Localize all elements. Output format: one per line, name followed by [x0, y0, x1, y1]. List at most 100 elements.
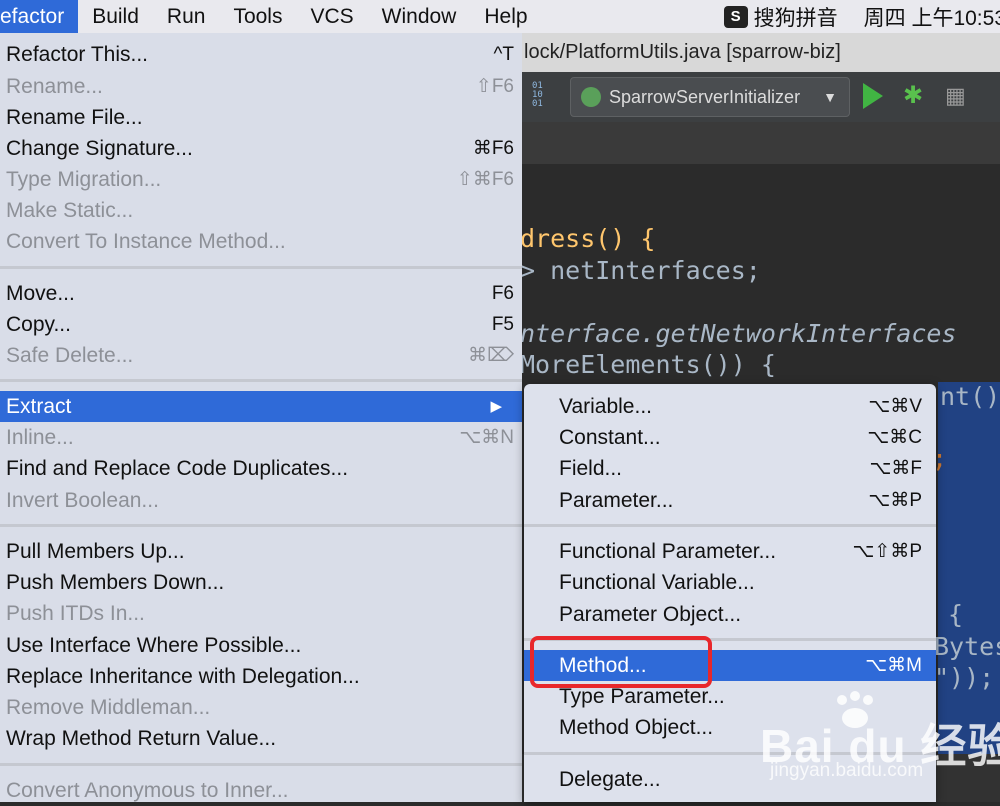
menu-build[interactable]: Build: [78, 0, 153, 33]
menu-item-copy[interactable]: Copy... F5: [0, 309, 522, 340]
menu-item-rename: Rename... ⇧F6: [0, 71, 522, 102]
menu-item-shortcut: F6: [491, 283, 514, 304]
window-title-bar: lock/PlatformUtils.java [sparrow-biz]: [520, 33, 1000, 72]
menu-item-shortcut: ⌥⌘F: [869, 458, 922, 479]
menu-item-label: Invert Boolean...: [6, 489, 159, 512]
menu-item-label: Rename...: [6, 75, 103, 98]
status-area: S 搜狗拼音 周四 上午10:53: [723, 0, 1000, 33]
menu-item-find-replace-duplicates[interactable]: Find and Replace Code Duplicates...: [0, 453, 522, 484]
menu-item-change-signature[interactable]: Change Signature... ⌘F6: [0, 133, 522, 164]
ide-toolbar: 01 10 01 SparrowServerInitializer ▼ ✱ ▦: [520, 72, 1000, 122]
menu-item-label: Push ITDs In...: [6, 602, 145, 625]
submenu-item-constant[interactable]: Constant... ⌥⌘C: [524, 422, 936, 453]
sogou-ime-icon[interactable]: S: [723, 5, 748, 28]
menu-item-label: Make Static...: [6, 199, 134, 222]
run-config-label: SparrowServerInitializer: [609, 87, 801, 107]
binary-icon[interactable]: 01 10 01: [532, 82, 554, 112]
editor-tab-strip: [520, 122, 1000, 164]
spring-gear-icon: [581, 87, 601, 107]
menu-item-push-members-down[interactable]: Push Members Down...: [0, 567, 522, 598]
menu-item-wrap-method-return[interactable]: Wrap Method Return Value...: [0, 723, 522, 754]
menu-item-label: Find and Replace Code Duplicates...: [6, 457, 349, 480]
menu-item-make-static: Make Static...: [0, 195, 522, 226]
submenu-item-functional-parameter[interactable]: Functional Parameter... ⌥⇧⌘P: [524, 536, 936, 567]
coverage-icon[interactable]: ▦: [945, 84, 967, 108]
submenu-arrow-icon: ▶: [490, 398, 502, 415]
menu-item-label: Wrap Method Return Value...: [6, 727, 277, 750]
run-configuration-dropdown[interactable]: SparrowServerInitializer ▼: [570, 77, 850, 117]
menu-separator: [0, 379, 522, 382]
menu-item-label: Extract: [6, 395, 72, 418]
menu-tools[interactable]: Tools: [219, 0, 296, 33]
menu-item-label: Inline...: [6, 426, 74, 449]
menu-item-label: Functional Parameter...: [559, 540, 777, 563]
menu-item-extract[interactable]: Extract ▶: [0, 391, 522, 422]
menu-window[interactable]: Window: [368, 0, 471, 33]
menu-item-shortcut: ⌥⌘N: [459, 427, 514, 448]
menu-item-shortcut: ⌘F6: [472, 138, 514, 159]
menu-separator: [0, 524, 522, 527]
menu-item-label: Safe Delete...: [6, 344, 134, 367]
menu-item-rename-file[interactable]: Rename File...: [0, 102, 522, 133]
menu-item-label: Copy...: [6, 313, 71, 336]
menu-item-push-itds-in: Push ITDs In...: [0, 598, 522, 629]
code-line: nterface.getNetworkInterfaces: [520, 319, 957, 348]
menu-run[interactable]: Run: [153, 0, 220, 33]
menu-item-label: Method Object...: [559, 716, 714, 739]
menu-item-replace-inheritance[interactable]: Replace Inheritance with Delegation...: [0, 661, 522, 692]
menu-item-refactor-this[interactable]: Refactor This... ^T: [0, 39, 522, 70]
code-line: Bytes: [934, 632, 1000, 661]
submenu-item-variable[interactable]: Variable... ⌥⌘V: [524, 391, 936, 422]
menu-item-move[interactable]: Move... F6: [0, 278, 522, 309]
menu-item-inline: Inline... ⌥⌘N: [0, 422, 522, 453]
menu-item-label: Constant...: [559, 426, 661, 449]
clock[interactable]: 周四 上午10:53: [864, 2, 1000, 32]
menu-help[interactable]: Help: [470, 0, 541, 33]
baidu-watermark: Bai du 经验 jingyan.baidu.com: [760, 690, 1000, 802]
menu-item-convert-to-instance-method: Convert To Instance Method...: [0, 226, 522, 257]
menu-item-label: Move...: [6, 282, 75, 305]
menu-item-shortcut: ⌘⌦: [468, 345, 514, 366]
code-line: > netInterfaces;: [520, 256, 761, 285]
mac-menu-bar: efactor Build Run Tools VCS Window Help …: [0, 0, 1000, 33]
submenu-item-parameter[interactable]: Parameter... ⌥⌘P: [524, 485, 936, 516]
annotation-highlight-box: [530, 636, 712, 688]
debug-bug-icon[interactable]: ✱: [903, 83, 925, 109]
menu-item-label: Replace Inheritance with Delegation...: [6, 665, 360, 688]
menu-vcs[interactable]: VCS: [296, 0, 367, 33]
menu-refactor[interactable]: efactor: [0, 0, 79, 33]
menu-item-pull-members-up[interactable]: Pull Members Up...: [0, 536, 522, 567]
menu-item-shortcut: ⇧⌘F6: [456, 169, 514, 190]
code-line: nt(): [940, 382, 1000, 411]
menu-item-remove-middleman: Remove Middleman...: [0, 692, 522, 723]
submenu-item-field[interactable]: Field... ⌥⌘F: [524, 453, 936, 484]
menu-item-shortcut: ⌥⇧⌘P: [852, 541, 923, 562]
menu-item-label: Refactor This...: [6, 43, 148, 66]
menu-item-shortcut: ⌥⌘M: [865, 655, 922, 676]
menu-item-use-interface[interactable]: Use Interface Where Possible...: [0, 630, 522, 661]
dropdown-arrow-icon: ▼: [823, 89, 837, 105]
menu-item-safe-delete: Safe Delete... ⌘⌦: [0, 340, 522, 371]
menu-item-invert-boolean: Invert Boolean...: [0, 485, 522, 516]
menu-item-shortcut: ⇧F6: [475, 76, 514, 97]
window-title: lock/PlatformUtils.java [sparrow-biz]: [524, 41, 841, 63]
code-line: MoreElements()) {: [520, 350, 776, 379]
menu-item-type-migration: Type Migration... ⇧⌘F6: [0, 164, 522, 195]
menu-item-label: Parameter...: [559, 489, 674, 512]
menu-item-convert-anonymous: Convert Anonymous to Inner...: [0, 775, 522, 806]
ime-label[interactable]: 搜狗拼音: [754, 2, 838, 32]
menu-item-label: Push Members Down...: [6, 571, 225, 594]
menu-item-label: Rename File...: [6, 106, 143, 129]
code-line: "));: [934, 663, 995, 692]
submenu-item-functional-variable[interactable]: Functional Variable...: [524, 567, 936, 598]
menu-item-label: Remove Middleman...: [6, 696, 211, 719]
menu-item-shortcut: ⌥⌘C: [867, 427, 922, 448]
menu-item-shortcut: ⌥⌘V: [868, 396, 922, 417]
run-icon[interactable]: [863, 83, 883, 109]
menu-separator: [0, 763, 522, 766]
menu-separator: [0, 266, 522, 269]
menu-item-label: Convert To Instance Method...: [6, 230, 286, 253]
watermark-url: jingyan.baidu.com: [770, 760, 924, 781]
submenu-item-parameter-object[interactable]: Parameter Object...: [524, 599, 936, 630]
menu-item-shortcut: F5: [491, 314, 514, 335]
